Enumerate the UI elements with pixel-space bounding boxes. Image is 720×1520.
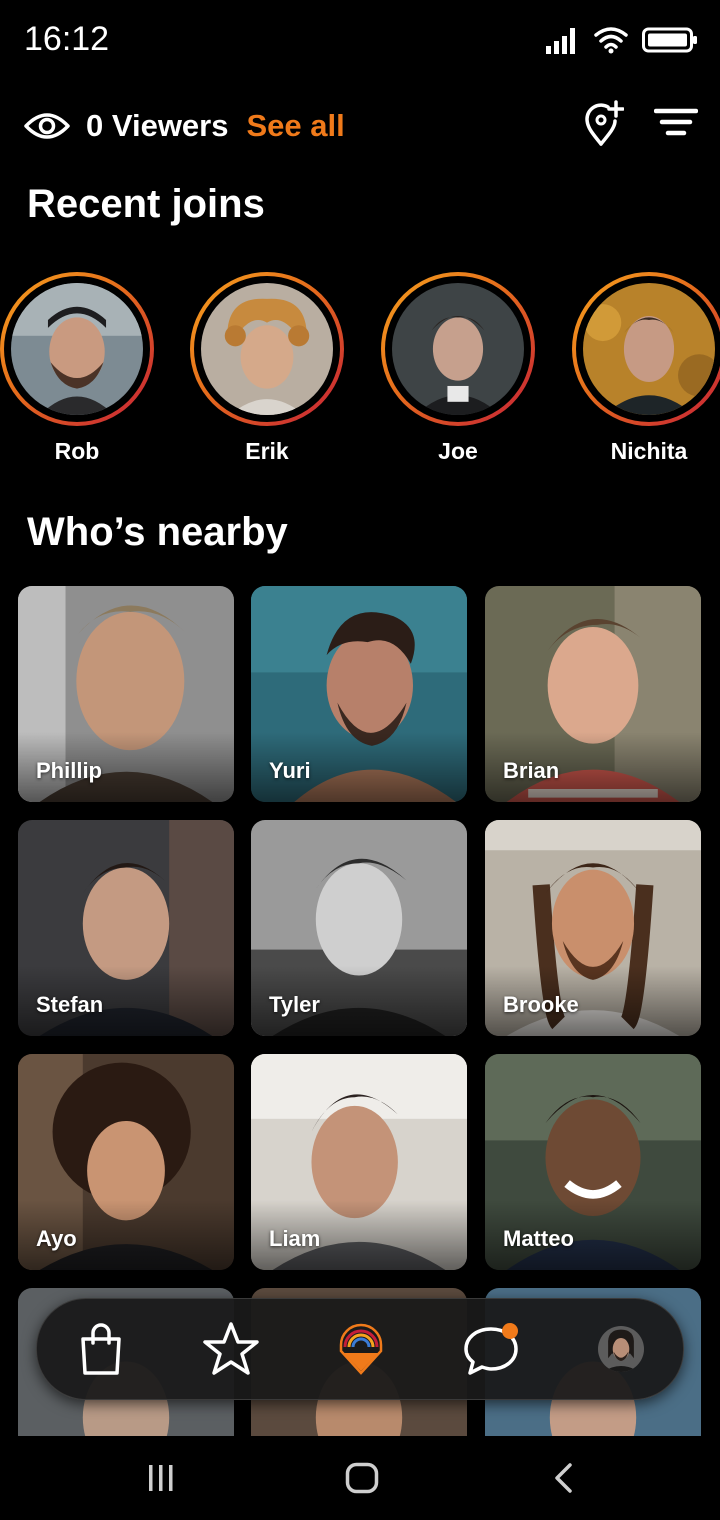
status-icons — [546, 26, 698, 54]
profile-card[interactable]: Brian — [485, 586, 701, 802]
recent-join-item[interactable]: Rob — [0, 272, 154, 465]
shopping-bag-icon — [81, 1323, 121, 1375]
back-icon — [555, 1463, 572, 1493]
story-ring — [381, 272, 535, 426]
card-name: Tyler — [269, 992, 320, 1017]
profile-card[interactable]: Brooke — [485, 820, 701, 1036]
battery-icon — [642, 27, 697, 53]
profile-card[interactable]: Phillip — [18, 586, 234, 802]
eye-icon — [24, 113, 70, 139]
nav-home-button[interactable] — [329, 1317, 393, 1381]
card-name: Ayo — [36, 1226, 77, 1251]
chat-bubble-icon — [464, 1323, 518, 1375]
nav-favorites-button[interactable] — [199, 1317, 263, 1381]
profile-card[interactable]: Ayo — [18, 1054, 234, 1270]
story-ring — [572, 272, 720, 426]
star-icon — [203, 1322, 259, 1375]
card-name: Brian — [503, 758, 560, 783]
header-actions — [584, 100, 699, 153]
home-icon — [345, 1462, 379, 1494]
avatar — [11, 283, 143, 415]
recent-apps-icon — [149, 1465, 173, 1491]
profile-card[interactable]: Yuri — [251, 586, 467, 802]
nav-shop-button[interactable] — [69, 1317, 133, 1381]
profile-card[interactable]: Stefan — [18, 820, 234, 1036]
notification-dot — [502, 1323, 518, 1339]
card-name: Matteo — [503, 1226, 574, 1251]
viewers-bar: 0 Viewers See all — [24, 104, 345, 148]
viewers-count: 0 Viewers — [86, 108, 229, 143]
filter-button[interactable] — [653, 106, 699, 147]
recent-join-item[interactable]: Joe — [381, 272, 535, 465]
story-ring — [190, 272, 344, 426]
story-ring — [0, 272, 154, 426]
bottom-nav — [36, 1298, 684, 1400]
recent-apps-button[interactable] — [139, 1458, 183, 1498]
filter-icon — [653, 108, 699, 136]
app-logo-icon — [339, 1323, 383, 1375]
join-name: Nichita — [610, 438, 688, 464]
nav-chat-button[interactable] — [459, 1317, 523, 1381]
recent-joins-title: Recent joins — [27, 182, 265, 226]
see-all-link[interactable]: See all — [246, 108, 344, 144]
join-name: Erik — [245, 438, 289, 464]
wifi-icon — [594, 27, 628, 54]
recent-join-item[interactable]: Nichita — [572, 272, 720, 465]
profile-card[interactable]: Tyler — [251, 820, 467, 1036]
recent-join-item[interactable]: Erik — [190, 272, 344, 465]
profile-card[interactable]: Liam — [251, 1054, 467, 1270]
home-button[interactable] — [340, 1458, 384, 1498]
card-name: Liam — [269, 1226, 321, 1251]
card-name: Stefan — [36, 992, 104, 1017]
card-name: Brooke — [503, 992, 579, 1017]
avatar — [583, 283, 715, 415]
avatar — [392, 283, 524, 415]
profile-card[interactable]: Matteo — [485, 1054, 701, 1270]
card-name: Yuri — [269, 758, 311, 783]
card-name: Phillip — [36, 758, 102, 783]
avatar — [201, 283, 333, 415]
status-time: 16:12 — [24, 20, 110, 58]
profile-avatar — [598, 1326, 644, 1372]
signal-icon — [546, 28, 575, 54]
nearby-title: Who’s nearby — [27, 510, 288, 554]
nav-profile-button[interactable] — [589, 1317, 653, 1381]
join-name: Rob — [54, 438, 100, 464]
join-name: Joe — [438, 438, 478, 464]
add-location-icon — [585, 100, 625, 146]
recent-joins-list: Rob Erik Joe Nichita — [0, 272, 720, 472]
add-location-button[interactable] — [584, 100, 625, 153]
back-button[interactable] — [542, 1458, 586, 1498]
system-nav-bar — [0, 1436, 720, 1520]
